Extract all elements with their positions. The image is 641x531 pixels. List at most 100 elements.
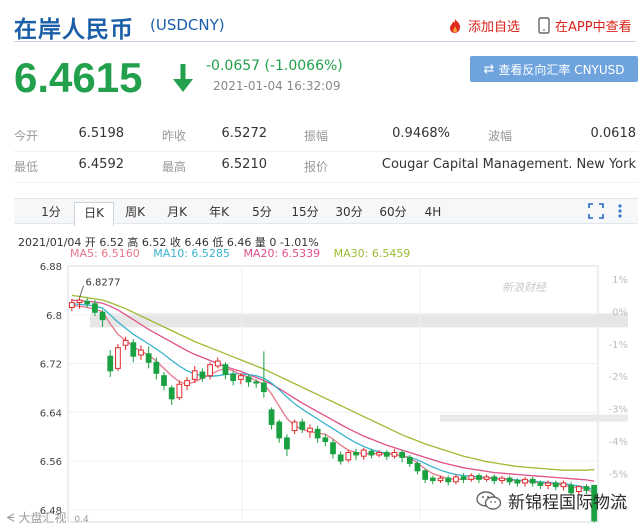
candle-body [191, 370, 198, 380]
candle-body [476, 475, 482, 480]
candle [207, 362, 213, 380]
candle-body [491, 476, 498, 482]
candle-body [360, 449, 367, 457]
swap-icon: ⇄ [483, 61, 495, 77]
tab-yearly-k[interactable]: 年K [202, 202, 236, 224]
candle [429, 475, 436, 485]
pct-tick-label: -3% [609, 405, 628, 416]
candle [307, 424, 313, 438]
tab-4h[interactable]: 4H [418, 202, 448, 224]
y-tick-label: 6.8 [46, 311, 62, 322]
tab-1min[interactable]: 1分 [36, 202, 66, 224]
bottom-left-watermark: ᗕ 大盘汇视 0.4 [6, 509, 89, 526]
candle-body [468, 475, 475, 480]
candle-body [115, 347, 121, 369]
candle-body [437, 477, 444, 482]
fullscreen-icon[interactable] [588, 203, 604, 219]
tab-weekly-k[interactable]: 周K [118, 202, 152, 224]
candle [276, 419, 283, 443]
candle-body [353, 452, 359, 456]
candle-body [453, 476, 459, 483]
candle-body [414, 462, 421, 472]
plot-area [67, 265, 599, 523]
candle-body [168, 387, 175, 400]
stat-label-open: 今开 [14, 129, 39, 143]
candle-body [399, 452, 406, 458]
candle [491, 474, 498, 485]
ma20-legend: MA20: 6.5339 [243, 247, 321, 260]
candle-body [92, 303, 98, 313]
add-favorite-button[interactable]: 添加自选 [446, 16, 520, 35]
candle-body [184, 380, 190, 386]
wechat-watermark-text: 新锦程国际物流 [508, 493, 627, 513]
candle-body [68, 302, 75, 308]
candle [268, 407, 275, 430]
more-options-icon[interactable] [616, 203, 624, 219]
candle-body [84, 300, 91, 305]
stat-value-high: 6.5210 [221, 157, 268, 172]
candle [92, 300, 98, 316]
candle-body [145, 353, 152, 363]
stats-row: 今开 6.5198 昨收 6.5272 振幅 0.9468% 波幅 0.0618 [14, 121, 638, 152]
candle-body [299, 421, 306, 430]
candle-body [330, 442, 336, 455]
candle-body [514, 480, 521, 484]
candle-body [291, 421, 298, 432]
price-band [90, 313, 628, 328]
candle [360, 447, 367, 460]
tab-monthly-k[interactable]: 月K [160, 202, 194, 224]
candle [529, 476, 536, 487]
candle [514, 478, 521, 487]
pct-tick-label: -1% [609, 340, 628, 351]
stat-label-low: 最低 [14, 160, 39, 174]
high-marker-line [79, 285, 84, 298]
candle [476, 473, 482, 483]
reverse-rate-button[interactable]: ⇄ 查看反向汇率 CNYUSD [470, 56, 638, 82]
add-favorite-label: 添加自选 [468, 20, 521, 35]
wechat-icon [476, 490, 502, 510]
candle [260, 351, 267, 398]
candle-body [368, 450, 375, 456]
candle [322, 434, 329, 447]
phone-icon [538, 17, 550, 34]
y-tick-label: 6.72 [40, 360, 62, 371]
candle [453, 474, 459, 485]
stat-label-high: 最高 [162, 160, 187, 174]
tab-15min[interactable]: 15分 [286, 202, 324, 224]
candle-body [161, 375, 167, 386]
candle-body [230, 373, 237, 382]
candle [115, 344, 121, 371]
current-price: 6.4615 [14, 54, 143, 101]
candle-body [207, 364, 213, 377]
tab-60min[interactable]: 60分 [374, 202, 412, 224]
candle-body [345, 452, 352, 461]
candle-body [99, 311, 106, 321]
ma30-legend: MA30: 6.5459 [333, 247, 411, 260]
tab-daily-k[interactable]: 日K [74, 202, 114, 226]
bottom-left-watermark-text: 大盘汇视 [18, 511, 67, 525]
candle [483, 474, 490, 482]
candle-body [253, 381, 260, 384]
candle-body [337, 454, 344, 462]
tab-5min[interactable]: 5分 [246, 202, 278, 224]
candle [222, 362, 229, 380]
stat-value-open: 6.5198 [78, 126, 125, 141]
candle [153, 357, 160, 380]
candle-body [199, 371, 206, 379]
candle [84, 298, 91, 308]
stats-table: 今开 6.5198 昨收 6.5272 振幅 0.9468% 波幅 0.0618… [14, 121, 638, 183]
candle [145, 346, 152, 369]
candle [176, 380, 183, 401]
candle-body [522, 478, 528, 484]
y-tick-label: 6.64 [40, 408, 62, 419]
candle-body [552, 482, 559, 488]
candle [353, 448, 359, 460]
tab-30min[interactable]: 30分 [330, 202, 368, 224]
candle-body [214, 360, 221, 367]
watermark-logo-icon: ᗕ [6, 511, 15, 525]
candle [184, 376, 190, 391]
candle-body [322, 437, 329, 443]
view-in-app-button[interactable]: 在APP中查看 [538, 16, 632, 35]
candle [522, 476, 528, 487]
ma5-line [71, 304, 595, 495]
